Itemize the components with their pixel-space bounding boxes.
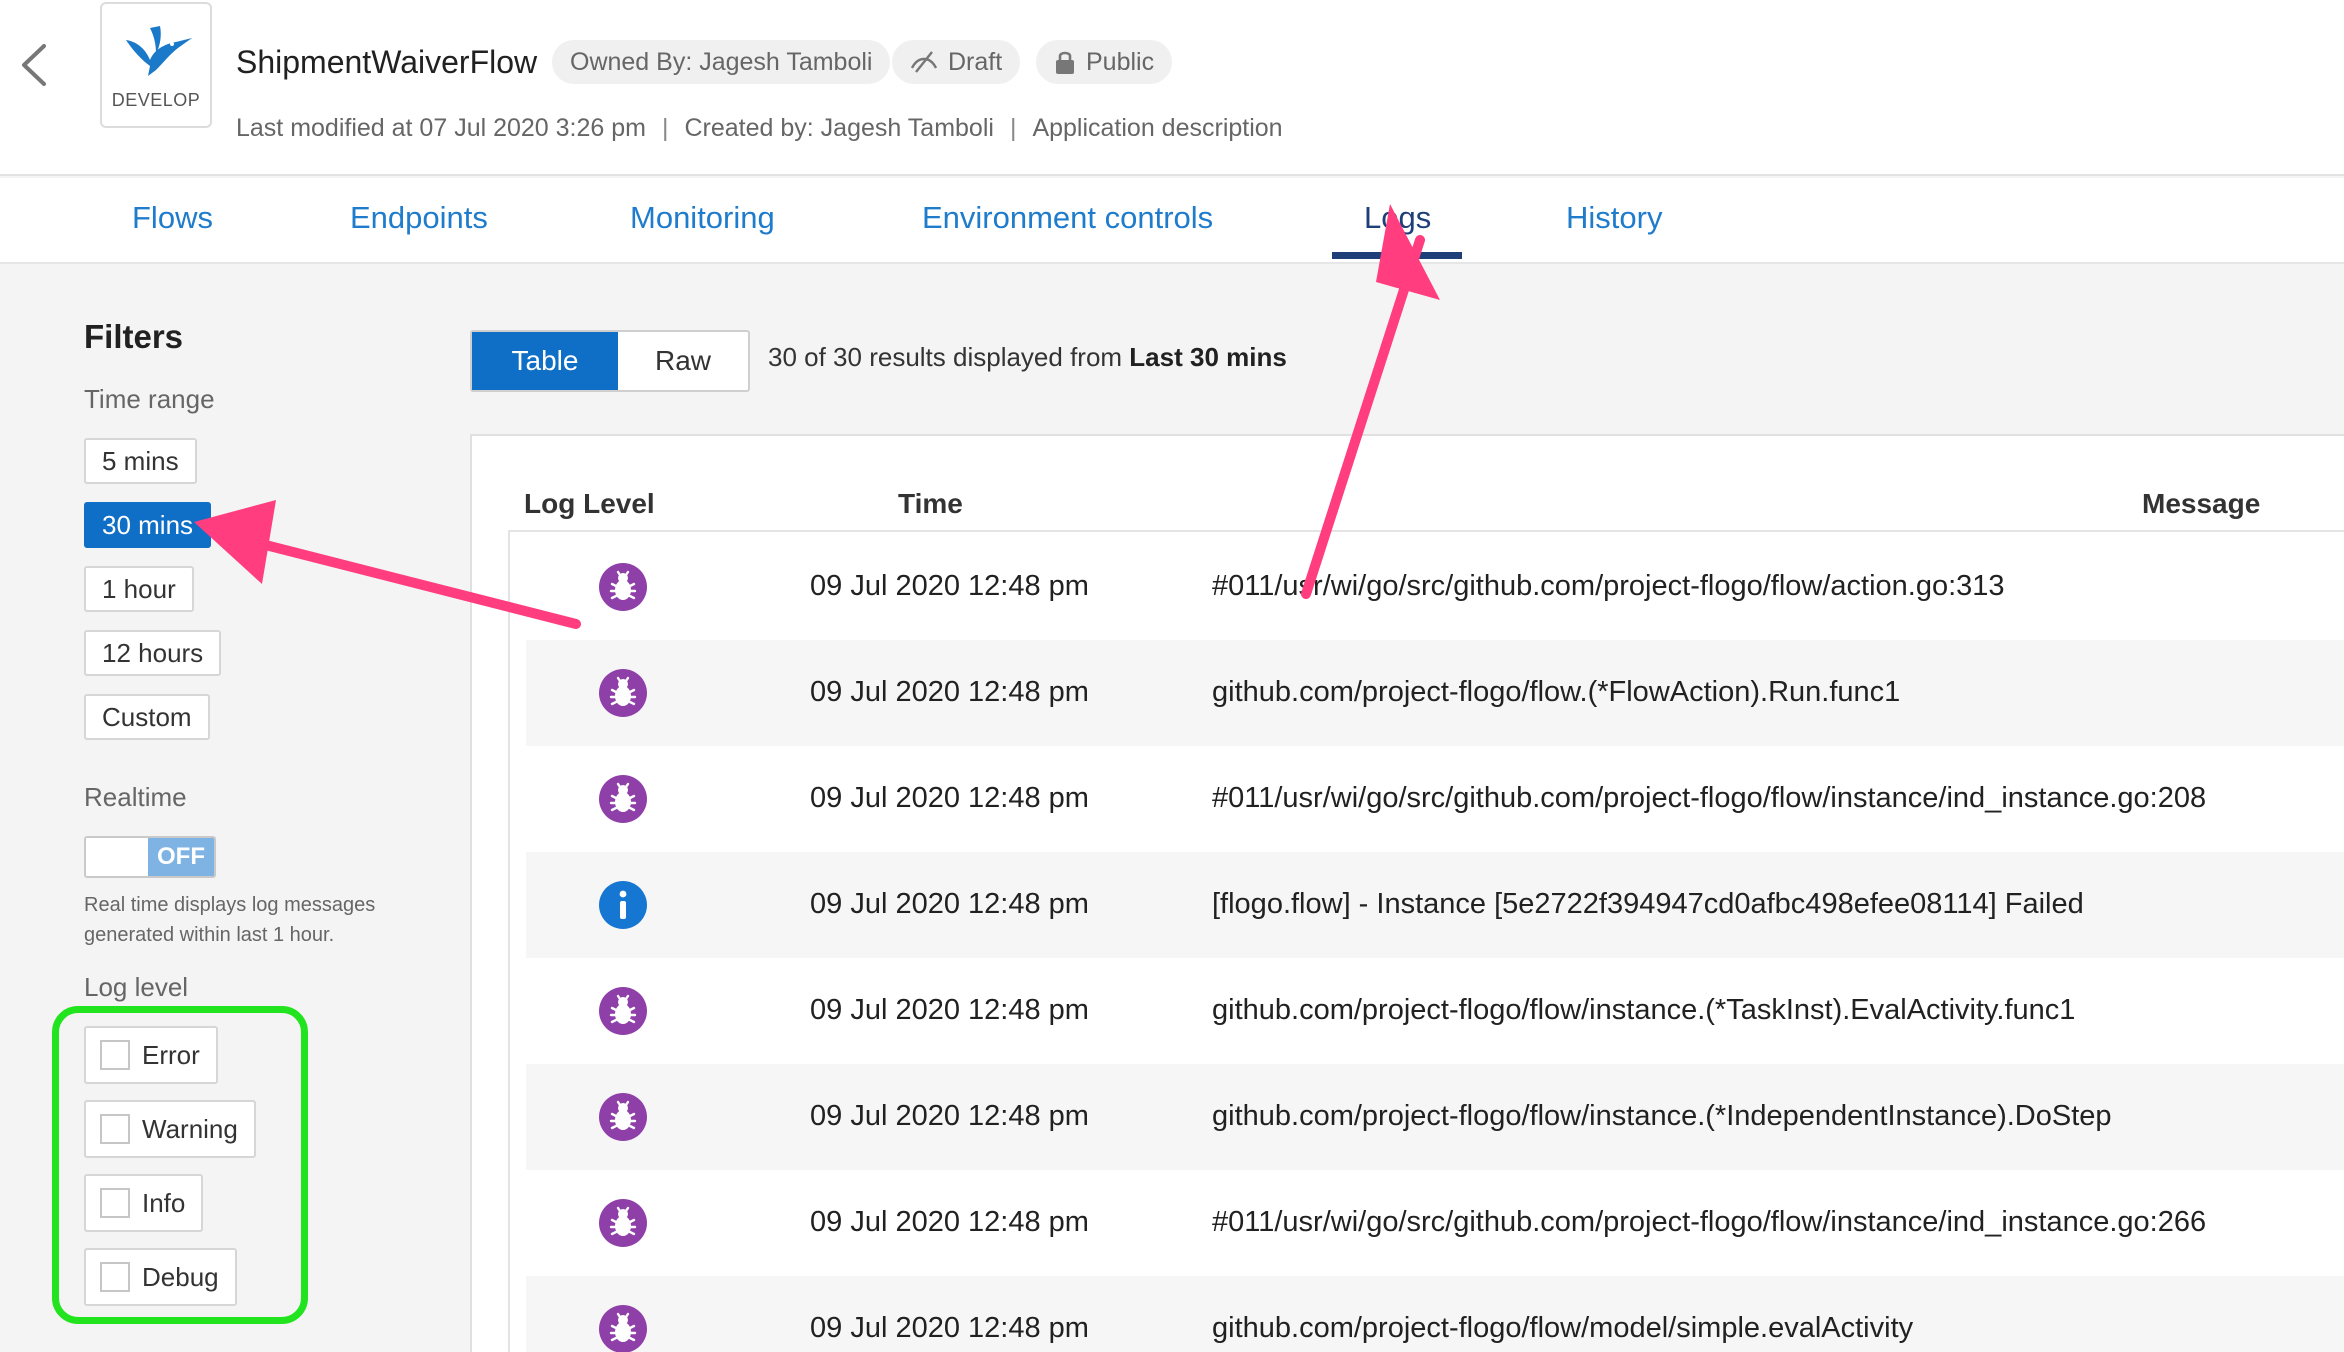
log-level-label: Log level bbox=[84, 972, 189, 1002]
bug-icon bbox=[598, 1198, 648, 1248]
log-message: github.com/project-flogo/flow/instance.(… bbox=[1212, 994, 2076, 1026]
log-message: [flogo.flow] - Instance [5e2722f394947cd… bbox=[1212, 888, 2084, 920]
draft-badge: Draft bbox=[892, 40, 1021, 84]
time-range-custom[interactable]: Custom bbox=[84, 694, 210, 740]
log-message: github.com/project-flogo/flow.(*FlowActi… bbox=[1212, 676, 1901, 708]
raw-view-button[interactable]: Raw bbox=[618, 332, 748, 390]
app-meta: Last modified at 07 Jul 2020 3:26 pm | Cre… bbox=[236, 114, 1283, 143]
table-row[interactable]: 09 Jul 2020 12:48 pm #011/usr/wi/go/src/g… bbox=[526, 1170, 2344, 1276]
table-row[interactable]: 09 Jul 2020 12:48 pm #011/usr/wi/go/src/g… bbox=[526, 534, 2344, 640]
column-header-level: Log Level bbox=[524, 488, 655, 519]
active-tab-indicator bbox=[1332, 252, 1462, 259]
realtime-help-text: Real time displays log messages generate… bbox=[84, 894, 376, 946]
tab-logs[interactable]: Logs bbox=[1364, 200, 1431, 236]
hummingbird-icon bbox=[126, 26, 192, 76]
results-range: Last 30 mins bbox=[1129, 342, 1287, 372]
lock-icon bbox=[1056, 51, 1074, 74]
column-header-time: Time bbox=[898, 488, 963, 519]
row-divider bbox=[508, 532, 510, 1352]
time-range-30-mins[interactable]: 30 mins bbox=[84, 502, 212, 548]
log-time: 09 Jul 2020 12:48 pm bbox=[810, 1100, 1089, 1132]
log-time: 09 Jul 2020 12:48 pm bbox=[810, 782, 1089, 814]
tab-flows[interactable]: Flows bbox=[132, 200, 213, 236]
toggle-knob bbox=[86, 838, 148, 876]
time-range-12-hours[interactable]: 12 hours bbox=[84, 630, 222, 676]
log-time: 09 Jul 2020 12:48 pm bbox=[810, 676, 1089, 708]
info-icon bbox=[598, 880, 648, 930]
log-message: #011/usr/wi/go/src/github.com/project-fl… bbox=[1212, 1206, 2207, 1238]
time-range-label: Time range bbox=[84, 384, 215, 414]
app-logo: DEVELOP bbox=[100, 2, 212, 128]
owner-text: Owned By: Jagesh Tamboli bbox=[570, 47, 873, 76]
draft-text: Draft bbox=[948, 47, 1003, 76]
meta-separator: | bbox=[1009, 114, 1017, 142]
table-row[interactable]: 09 Jul 2020 12:48 pm #011/usr/wi/go/src/g… bbox=[526, 746, 2344, 852]
meta-separator: | bbox=[662, 114, 669, 142]
filters-title: Filters bbox=[84, 318, 184, 355]
log-level-highlight-annotation bbox=[52, 1006, 308, 1324]
time-range-1-hour[interactable]: 1 hour bbox=[84, 566, 194, 612]
tab-environment-controls[interactable]: Environment controls bbox=[922, 200, 1213, 236]
app-name: ShipmentWaiverFlow bbox=[236, 44, 538, 80]
log-message: #011/usr/wi/go/src/github.com/project-fl… bbox=[1212, 570, 2005, 602]
log-message: github.com/project-flogo/flow/model/simp… bbox=[1212, 1312, 1914, 1344]
view-toggle: Table Raw bbox=[470, 330, 750, 392]
log-time: 09 Jul 2020 12:48 pm bbox=[810, 1312, 1089, 1344]
log-time: 09 Jul 2020 12:48 pm bbox=[810, 570, 1089, 602]
owner-badge: Owned By: Jagesh Tamboli bbox=[552, 40, 891, 84]
results-count: 30 of 30 results displayed from bbox=[768, 342, 1130, 372]
log-message: github.com/project-flogo/flow/instance.(… bbox=[1212, 1100, 2112, 1132]
realtime-toggle[interactable]: OFF bbox=[84, 836, 216, 878]
back-icon[interactable] bbox=[14, 40, 54, 90]
app-header: DEVELOP ShipmentWaiverFlow Owned By: Jag… bbox=[0, 0, 2344, 176]
draft-icon bbox=[910, 51, 938, 73]
table-row[interactable]: 09 Jul 2020 12:48 pm github.com/project-f… bbox=[526, 1064, 2344, 1170]
bug-icon bbox=[598, 774, 648, 824]
last-modified: Last modified at 07 Jul 2020 3:26 pm bbox=[236, 114, 646, 142]
realtime-label: Realtime bbox=[84, 782, 187, 812]
logo-label: DEVELOP bbox=[111, 90, 201, 110]
bug-icon bbox=[598, 1304, 648, 1352]
table-row[interactable]: 09 Jul 2020 12:48 pm github.com/project-f… bbox=[526, 640, 2344, 746]
column-header-message: Message bbox=[2142, 488, 2261, 519]
bug-icon bbox=[598, 668, 648, 718]
results-summary: 30 of 30 results displayed from Last 30 … bbox=[768, 342, 1287, 373]
tab-monitoring[interactable]: Monitoring bbox=[630, 200, 775, 236]
header-divider bbox=[508, 530, 2344, 532]
log-time: 09 Jul 2020 12:48 pm bbox=[810, 994, 1089, 1026]
main-tabs: Flows Endpoints Monitoring Environment c… bbox=[0, 178, 2344, 264]
visibility-text: Public bbox=[1086, 47, 1155, 76]
table-row[interactable]: 09 Jul 2020 12:48 pm [flogo.flow] - Insta… bbox=[526, 852, 2344, 958]
bug-icon bbox=[598, 562, 648, 612]
logs-table: Log Level Time Message 09 Jul 2020 12:48… bbox=[470, 434, 2344, 1352]
visibility-badge: Public bbox=[1036, 40, 1173, 84]
table-row[interactable]: 09 Jul 2020 12:48 pm github.com/project-f… bbox=[526, 1276, 2344, 1352]
created-by: Created by: Jagesh Tamboli bbox=[684, 114, 994, 142]
app-description-link[interactable]: Application description bbox=[1032, 114, 1282, 142]
table-row[interactable]: 09 Jul 2020 12:48 pm github.com/project-f… bbox=[526, 958, 2344, 1064]
tab-history[interactable]: History bbox=[1566, 200, 1662, 236]
log-message: #011/usr/wi/go/src/github.com/project-fl… bbox=[1212, 782, 2207, 814]
log-time: 09 Jul 2020 12:48 pm bbox=[810, 888, 1089, 920]
log-time: 09 Jul 2020 12:48 pm bbox=[810, 1206, 1089, 1238]
time-range-5-mins[interactable]: 5 mins bbox=[84, 438, 197, 484]
bug-icon bbox=[598, 986, 648, 1036]
toggle-state: OFF bbox=[148, 838, 214, 876]
bug-icon bbox=[598, 1092, 648, 1142]
tab-endpoints[interactable]: Endpoints bbox=[350, 200, 488, 236]
table-view-button[interactable]: Table bbox=[472, 332, 618, 390]
